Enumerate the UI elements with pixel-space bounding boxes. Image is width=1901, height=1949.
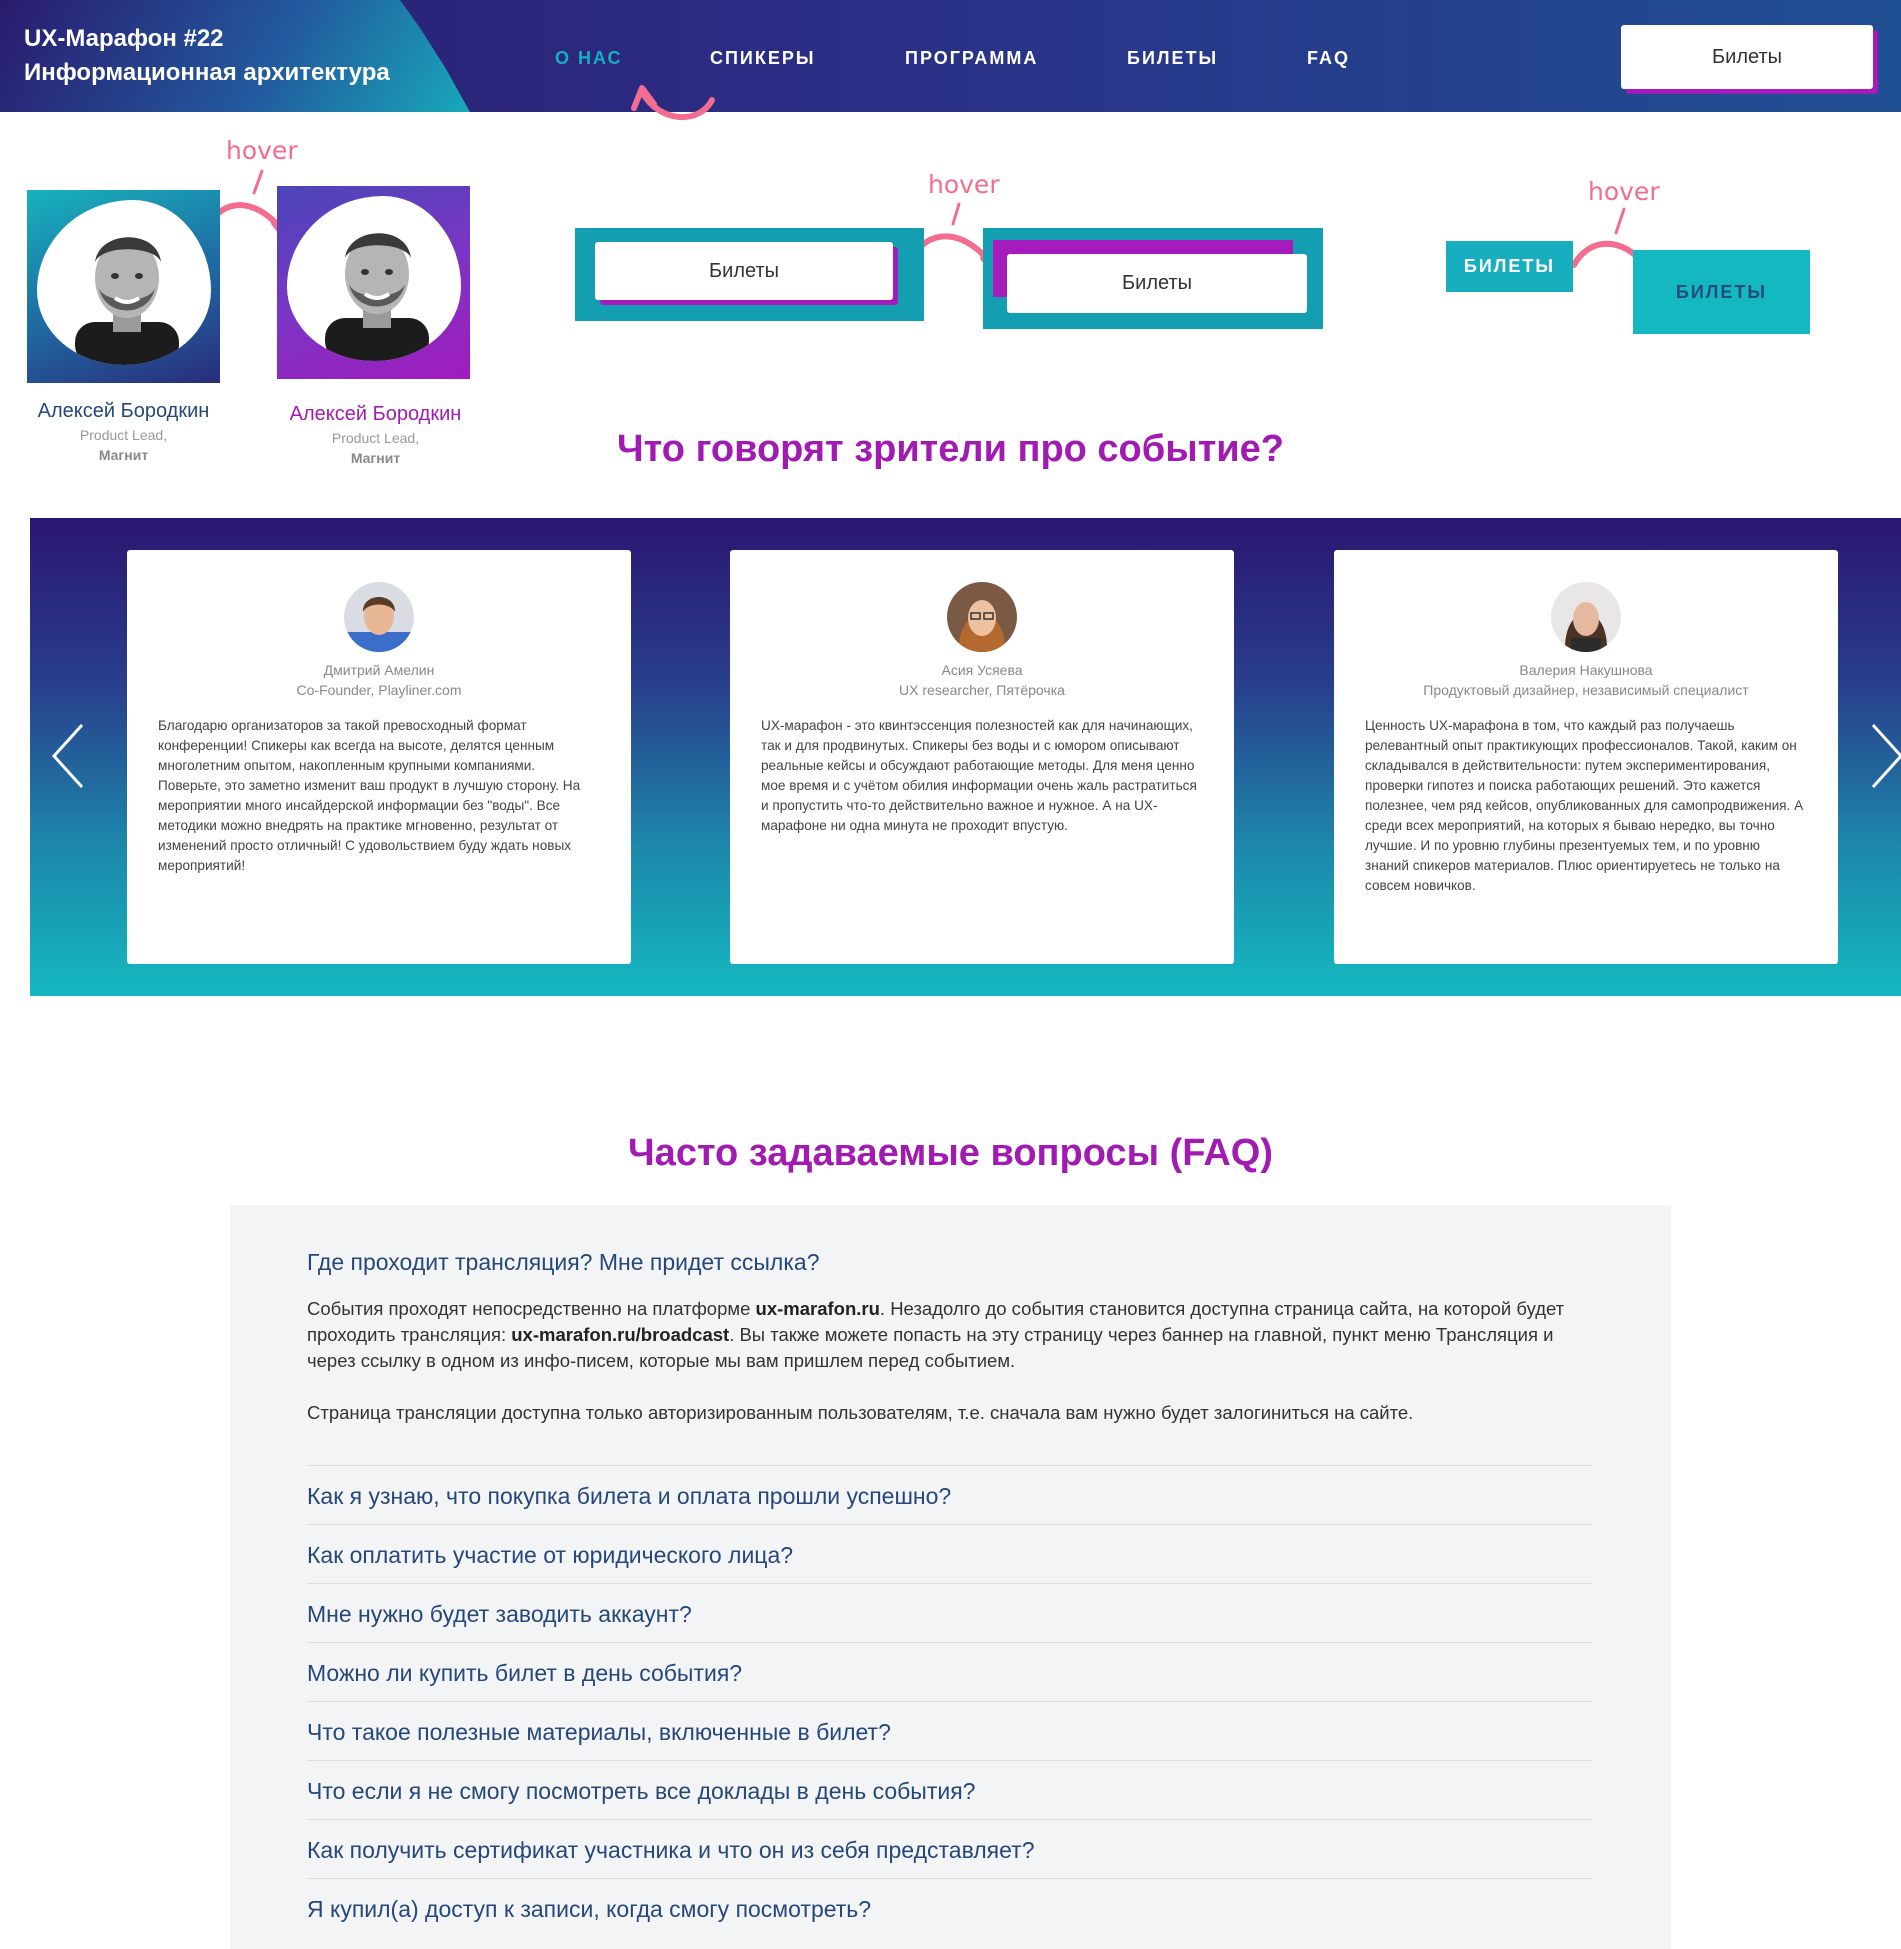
nav-tickets[interactable]: БИЛЕТЫ (1127, 48, 1218, 69)
answer-link[interactable]: ux-marafon.ru/broadcast (511, 1324, 729, 1345)
reviewer-role: Co-Founder, Playliner.com (296, 682, 462, 698)
speaker-name[interactable]: Алексей Бородкин (22, 400, 225, 423)
faq-question[interactable]: Что такое полезные материалы, включенные… (307, 1719, 891, 1746)
speaker-card-default[interactable] (27, 190, 220, 383)
faq-divider (307, 1524, 1592, 1525)
nav-about[interactable]: О НАС (555, 48, 623, 69)
speaker-photo-frame (37, 200, 211, 365)
brand-logo[interactable]: UX-Марафон #22 Информационная архитектур… (24, 22, 390, 90)
reviewer-role: Продуктовый дизайнер, независимый специа… (1423, 682, 1749, 698)
faq-answer-note: Страница трансляции доступна только авто… (307, 1402, 1414, 1423)
header-tickets-button[interactable]: Билеты (1621, 25, 1873, 89)
brand-subtitle: Информационная архитектура (24, 59, 390, 86)
hover-label: hover (928, 170, 1000, 199)
faq-divider (307, 1701, 1592, 1702)
review-card: Валерия Накушнова Продуктовый дизайнер, … (1334, 550, 1838, 964)
speaker-photo-frame (287, 196, 461, 361)
faq-divider (307, 1642, 1592, 1643)
reviewer-name: Валерия Накушнова (1519, 662, 1653, 678)
speaker-card-hover[interactable] (277, 186, 470, 379)
speaker-photo (325, 233, 429, 361)
chevron-left-icon[interactable] (48, 721, 88, 791)
reviews-carousel: Дмитрий Амелин Co-Founder, Playliner.com… (30, 518, 1901, 996)
answer-link[interactable]: ux-marafon.ru (756, 1298, 880, 1319)
nav-program[interactable]: ПРОГРАММА (905, 48, 1038, 69)
faq-question-open[interactable]: Где проходит трансляция? Мне придет ссыл… (307, 1249, 819, 1276)
faq-question[interactable]: Я купил(а) доступ к записи, когда смогу … (307, 1896, 871, 1923)
answer-text: События проходят непосредственно на плат… (307, 1298, 756, 1319)
reviewer-name: Дмитрий Амелин (323, 662, 435, 678)
reviewer-role: UX researcher, Пятёрочка (899, 682, 1065, 698)
reviewer-avatar (344, 582, 414, 652)
tag-button-default[interactable]: БИЛЕТЫ (1446, 241, 1573, 292)
faq-divider (307, 1878, 1592, 1879)
faq-divider (307, 1819, 1592, 1820)
nav-speakers[interactable]: СПИКЕРЫ (710, 48, 816, 69)
brand-title: UX-Марафон #22 (24, 25, 224, 52)
hover-label: hover (1588, 177, 1660, 206)
hover-label: hover (226, 136, 298, 165)
faq-question[interactable]: Мне нужно будет заводить аккаунт? (307, 1601, 692, 1628)
faq-question[interactable]: Как я узнаю, что покупка билета и оплата… (307, 1483, 951, 1510)
review-text: UX-марафон - это квинтэссенция полезност… (761, 718, 1197, 833)
reviewer-avatar (1551, 582, 1621, 652)
faq-answer: События проходят непосредственно на плат… (307, 1296, 1607, 1374)
speaker-photo (75, 237, 179, 365)
chevron-right-icon[interactable] (1867, 721, 1901, 791)
review-text: Ценность UX-марафона в том, что каждый р… (1365, 718, 1804, 893)
review-card: Асия Усяева UX researcher, Пятёрочка UX-… (730, 550, 1234, 964)
faq-divider (307, 1760, 1592, 1761)
faq-divider (307, 1583, 1592, 1584)
reviewer-avatar (947, 582, 1017, 652)
annotation-arrow-icon (631, 85, 715, 121)
faq-divider (307, 1465, 1592, 1466)
site-header: UX-Марафон #22 Информационная архитектур… (0, 0, 1901, 112)
reviewer-name: Асия Усяева (941, 662, 1023, 678)
faq-question[interactable]: Как получить сертификат участника и что … (307, 1837, 1035, 1864)
faq-accordion: Где проходит трансляция? Мне придет ссыл… (230, 1205, 1671, 1949)
faq-question[interactable]: Что если я не смогу посмотреть все докла… (307, 1778, 975, 1805)
reviews-title: Что говорят зрители про событие? (616, 428, 1285, 470)
review-card: Дмитрий Амелин Co-Founder, Playliner.com… (127, 550, 631, 964)
faq-question[interactable]: Можно ли купить билет в день события? (307, 1660, 742, 1687)
faq-question[interactable]: Как оплатить участие от юридического лиц… (307, 1542, 793, 1569)
tag-button-hover[interactable]: БИЛЕТЫ (1633, 250, 1810, 334)
review-text: Благодарю организаторов за такой превосх… (158, 718, 581, 873)
ticket-button-hover[interactable]: Билеты (1007, 254, 1307, 313)
nav-faq[interactable]: FAQ (1307, 48, 1350, 69)
speaker-name-hover[interactable]: Алексей Бородкин (273, 403, 478, 426)
ticket-button-default[interactable]: Билеты (595, 242, 893, 300)
faq-title: Часто задаваемые вопросы (FAQ) (627, 1132, 1274, 1174)
